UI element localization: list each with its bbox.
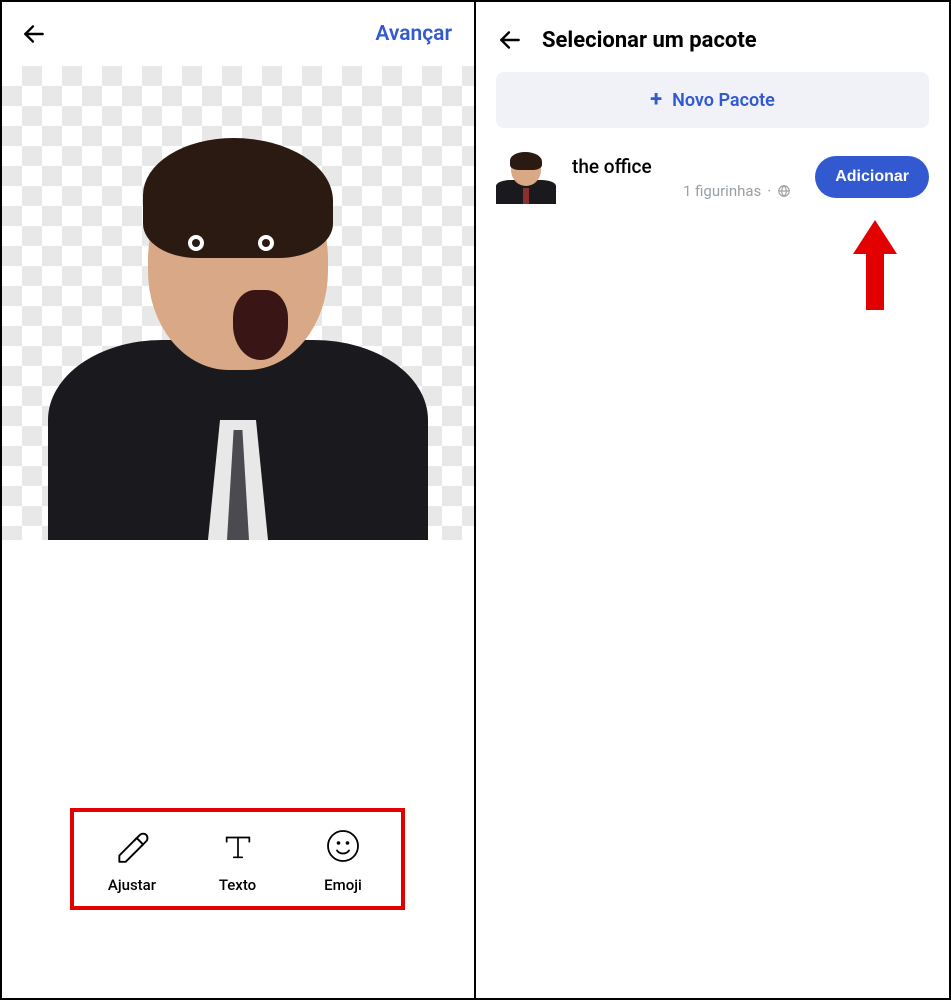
sticker-canvas[interactable] (2, 66, 474, 540)
emoji-icon (323, 826, 363, 866)
pack-count-label: 1 figurinhas (683, 182, 761, 200)
editor-header: Avançar (2, 2, 474, 66)
back-button[interactable] (496, 26, 524, 54)
tool-emoji[interactable]: Emoji (303, 826, 383, 894)
back-arrow-icon (497, 27, 523, 53)
sticker-image[interactable] (48, 140, 428, 540)
pack-list-item[interactable]: the office 1 figurinhas · Adicionar (476, 128, 949, 226)
new-pack-button[interactable]: + Novo Pacote (496, 72, 929, 128)
annotation-arrow-icon (853, 220, 897, 310)
new-pack-label: Novo Pacote (672, 90, 775, 111)
editor-toolbar: Ajustar Texto Emoji (92, 826, 383, 894)
tool-text-label: Texto (219, 876, 256, 894)
annotation-highlight-box: Ajustar Texto Emoji (70, 808, 405, 910)
back-arrow-icon (21, 21, 47, 47)
select-pack-header: Selecionar um pacote (476, 2, 949, 72)
tool-emoji-label: Emoji (324, 876, 362, 894)
select-pack-screen: Selecionar um pacote + Novo Pacote the o… (476, 2, 949, 998)
pack-info: the office 1 figurinhas · (572, 155, 799, 200)
plus-icon: + (650, 89, 662, 111)
separator-dot: · (767, 182, 771, 200)
pack-thumbnail (496, 150, 556, 204)
advance-button[interactable]: Avançar (375, 22, 452, 46)
pack-subtitle: 1 figurinhas · (572, 182, 799, 200)
tool-text[interactable]: Texto (198, 826, 278, 894)
page-title: Selecionar um pacote (542, 28, 757, 53)
add-to-pack-button[interactable]: Adicionar (815, 156, 929, 198)
tool-adjust-label: Ajustar (108, 876, 156, 894)
globe-icon (777, 184, 791, 198)
editor-screen: Avançar Ajustar (2, 2, 476, 998)
brush-icon (112, 826, 152, 866)
tool-adjust[interactable]: Ajustar (92, 826, 172, 894)
text-icon (218, 826, 258, 866)
back-button[interactable] (20, 20, 48, 48)
pack-name: the office (572, 155, 799, 178)
